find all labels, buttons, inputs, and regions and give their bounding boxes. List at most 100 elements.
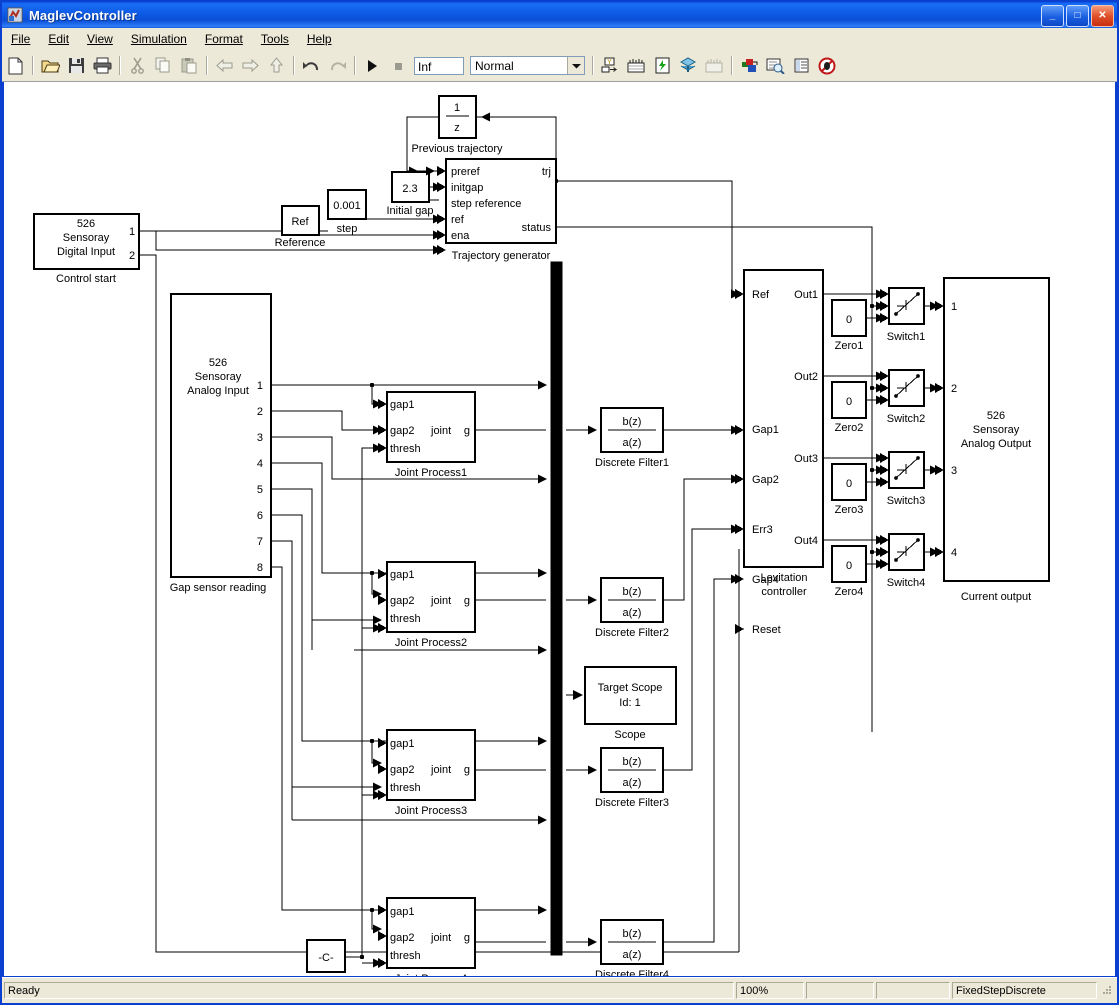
back-arrow-icon[interactable] <box>212 54 236 78</box>
menu-edit[interactable]: Edit <box>39 30 78 48</box>
start-simulation-icon[interactable] <box>360 54 384 78</box>
jp2-port-gap2: gap2 <box>390 595 414 607</box>
paste-icon[interactable] <box>177 54 201 78</box>
current-output-port-3: 3 <box>951 465 957 477</box>
block-zero-4[interactable]: 0 Zero4 <box>831 545 867 598</box>
jp1-port-gap2: gap2 <box>390 425 414 437</box>
maximize-button[interactable]: □ <box>1066 5 1089 27</box>
up-arrow-icon[interactable] <box>264 54 288 78</box>
print-icon[interactable] <box>90 54 114 78</box>
df1-numerator: b(z) <box>623 416 642 428</box>
stop-time-input[interactable]: Inf <box>414 56 464 75</box>
block-switch-1[interactable]: Switch1 <box>887 287 926 343</box>
simulink-model-window: MaglevController _ □ ✕ File Edit View Si… <box>0 0 1119 1005</box>
block-levitation-controller[interactable]: Ref Gap1 Gap2 Err3 Gap4 Reset Out1 Out2 … <box>743 269 824 636</box>
reference-value: Ref <box>291 216 309 228</box>
close-icon: ✕ <box>1098 10 1107 21</box>
block-joint-process-3[interactable]: gap1 gap2 thresh joint g Joint Process3 <box>386 729 476 817</box>
block-initial-gap[interactable]: 2.3 Initial gap <box>386 171 434 217</box>
model-explorer-icon[interactable] <box>763 54 787 78</box>
df1-denominator: a(z) <box>623 437 642 449</box>
menu-tools[interactable]: Tools <box>252 30 298 48</box>
debug-icon[interactable] <box>815 54 839 78</box>
save-model-icon[interactable] <box>64 54 88 78</box>
lc-port-gap1: Gap1 <box>752 424 779 436</box>
chevron-down-icon[interactable] <box>567 57 584 74</box>
block-joint-process-4[interactable]: gap1 gap2 thresh joint g Joint Process4 <box>386 897 476 976</box>
block-joint-process-2[interactable]: gap1 gap2 thresh joint g Joint Process2 <box>386 561 476 649</box>
current-output-port-1: 1 <box>951 301 957 313</box>
scope-line1: Target Scope <box>598 682 663 694</box>
update-diagram-icon[interactable]: Y <box>598 54 622 78</box>
toolbar-separator <box>354 56 355 75</box>
connect-to-target-icon[interactable] <box>650 54 674 78</box>
block-scope[interactable]: Target Scope Id: 1 Scope <box>584 666 677 741</box>
toolbar-separator <box>119 56 120 75</box>
resize-grip-icon[interactable] <box>1100 984 1114 998</box>
window-controls: _ □ ✕ <box>1041 5 1114 27</box>
menu-view[interactable]: View <box>78 30 122 48</box>
tg-port-initgap: initgap <box>451 182 483 194</box>
thresh-caption: Thresh <box>309 975 343 976</box>
block-trajectory-generator[interactable]: preref initgap step reference ref ena tr… <box>445 158 557 262</box>
copy-icon[interactable] <box>151 54 175 78</box>
stop-simulation-icon[interactable] <box>386 54 410 78</box>
df3-caption: Discrete Filter3 <box>595 797 669 809</box>
block-control-start[interactable]: 526 Sensoray Digital Input 1 2 Control s… <box>33 213 140 285</box>
library-browser-icon[interactable] <box>737 54 761 78</box>
menu-help[interactable]: Help <box>298 30 341 48</box>
redo-icon[interactable] <box>325 54 349 78</box>
new-model-icon[interactable] <box>3 54 27 78</box>
block-switch-4[interactable]: Switch4 <box>887 533 926 589</box>
jp3-port-thresh: thresh <box>390 782 421 794</box>
df4-denominator: a(z) <box>623 949 642 961</box>
block-gap-sensor-reading[interactable]: 526 Sensoray Analog Input 1 2 3 4 5 6 7 … <box>170 293 272 594</box>
block-step[interactable]: 0.001 step <box>327 189 367 235</box>
model-properties-icon[interactable] <box>789 54 813 78</box>
block-zero-1[interactable]: 0 Zero1 <box>831 299 867 352</box>
model-canvas[interactable]: 526 Sensoray Digital Input 1 2 Control s… <box>4 82 1115 976</box>
block-previous-trajectory[interactable]: 1 z Previous trajectory <box>411 95 503 155</box>
menu-simulation-label: Simulation <box>130 32 187 46</box>
gap-sensor-port-4: 4 <box>257 458 263 470</box>
block-current-output[interactable]: 1 2 3 4 526 Sensoray Analog Output Curre… <box>943 277 1050 603</box>
tg-port-step-reference: step reference <box>451 198 521 210</box>
block-reference[interactable]: Ref Reference <box>275 205 326 249</box>
jp4-caption: Joint Process4 <box>395 973 467 976</box>
start-realtime-code-icon[interactable] <box>676 54 700 78</box>
menu-format[interactable]: Format <box>196 30 252 48</box>
stop-realtime-code-icon[interactable] <box>702 54 726 78</box>
undo-icon[interactable] <box>299 54 323 78</box>
gap-sensor-line1: 526 <box>209 357 227 369</box>
block-switch-3[interactable]: Switch3 <box>887 451 926 507</box>
block-discrete-filter-4[interactable]: b(z) a(z) Discrete Filter4 <box>595 919 669 976</box>
zero2-caption: Zero2 <box>835 422 864 434</box>
reference-caption: Reference <box>275 237 326 249</box>
open-model-icon[interactable] <box>38 54 62 78</box>
jp4-port-thresh: thresh <box>390 950 421 962</box>
block-switch-2[interactable]: Switch2 <box>887 369 926 425</box>
lc-port-out1: Out1 <box>794 289 818 301</box>
block-discrete-filter-1[interactable]: b(z) a(z) Discrete Filter1 <box>595 407 669 469</box>
tg-port-status: status <box>522 222 552 234</box>
menu-file[interactable]: File <box>2 30 39 48</box>
build-model-icon[interactable] <box>624 54 648 78</box>
block-joint-process-1[interactable]: gap1 gap2 thresh joint g Joint Process1 <box>386 391 476 479</box>
status-pane-3 <box>806 982 874 999</box>
block-discrete-filter-2[interactable]: b(z) a(z) Discrete Filter2 <box>595 577 669 639</box>
close-button[interactable]: ✕ <box>1091 5 1114 27</box>
minimize-button[interactable]: _ <box>1041 5 1064 27</box>
block-thresh[interactable]: -C- Thresh <box>306 939 346 976</box>
lc-port-ref: Ref <box>752 289 770 301</box>
simulation-mode-select[interactable]: Normal <box>470 56 585 75</box>
forward-arrow-icon[interactable] <box>238 54 262 78</box>
block-mux[interactable] <box>550 261 563 956</box>
lc-port-gap2: Gap2 <box>752 474 779 486</box>
menu-simulation[interactable]: Simulation <box>122 30 196 48</box>
block-zero-2[interactable]: 0 Zero2 <box>831 381 867 434</box>
lc-port-out4: Out4 <box>794 535 818 547</box>
block-zero-3[interactable]: 0 Zero3 <box>831 463 867 516</box>
block-discrete-filter-3[interactable]: b(z) a(z) Discrete Filter3 <box>595 747 669 809</box>
zero1-caption: Zero1 <box>835 340 864 352</box>
cut-icon[interactable] <box>125 54 149 78</box>
